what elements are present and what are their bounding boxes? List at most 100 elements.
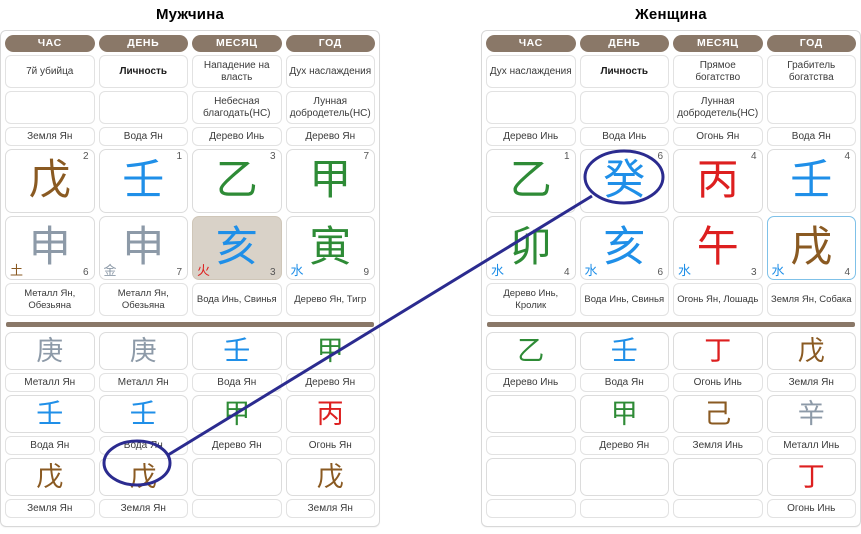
stem-cell-3[interactable]: 甲7 <box>285 149 375 213</box>
luck-cell-2-0[interactable] <box>486 458 576 496</box>
luck-cell-1-3[interactable]: 辛 <box>766 395 856 433</box>
branch-cell-2[interactable]: 午水 3 <box>673 216 763 280</box>
branch-corner-glyph-3: 水 <box>290 263 304 279</box>
branch-cell-3[interactable]: 寅水 9 <box>285 216 375 280</box>
luck-label-1-1: Дерево Ян <box>579 436 669 455</box>
luck-glyph-0-0: 乙 <box>517 335 545 367</box>
luck-cell-1-0[interactable] <box>486 395 576 433</box>
luck-cell-0-1[interactable]: 壬 <box>579 332 669 370</box>
stem-glyph-3: 甲 <box>309 155 352 205</box>
branch-animal-row: Дерево Инь, Кролик Вода Инь, Свинья Огонь … <box>486 283 856 319</box>
branch-number-1: 6 <box>657 267 663 278</box>
luck-cell-1-1[interactable]: 甲 <box>579 395 669 433</box>
stem-cell-2[interactable]: 丙4 <box>673 149 763 213</box>
luck-label-0-0: Дерево Инь <box>486 373 576 392</box>
luck-label-row-1: Дерево Ян Земля Инь Металл Инь <box>486 436 856 458</box>
branch-glyph-0: 卯 <box>509 222 552 272</box>
stem-element-row: Дерево Инь Вода Инь Огонь Ян Вода Ян <box>486 127 856 149</box>
luck-glyph-1-2: 甲 <box>223 398 251 430</box>
luck-cell-2-2[interactable] <box>192 458 282 496</box>
stem-cell-3[interactable]: 壬4 <box>766 149 856 213</box>
luck-cell-2-3[interactable]: 戊 <box>285 458 375 496</box>
star-cell-3: Грабитель богатства <box>766 55 856 88</box>
stem-cell-0[interactable]: 乙1 <box>486 149 576 213</box>
luck-glyph-0-0: 庚 <box>36 335 64 367</box>
branch-glyph-3: 寅 <box>309 222 352 272</box>
luck-cell-2-0[interactable]: 戊 <box>5 458 95 496</box>
luck-glyph-0-2: 丁 <box>704 335 732 367</box>
luck-cell-1-2[interactable]: 甲 <box>192 395 282 433</box>
branch-animal-1: Металл Ян, Обезьяна <box>98 283 188 316</box>
luck-glyph-1-3: 丙 <box>316 398 344 430</box>
luck-cell-0-0[interactable]: 乙 <box>486 332 576 370</box>
luck-glyph-1-3: 辛 <box>797 398 825 430</box>
luck-cell-0-3[interactable]: 戊 <box>766 332 856 370</box>
luck-glyph-row-0: 乙壬丁戊 <box>486 332 856 373</box>
branch-cell-1[interactable]: 申金 7 <box>98 216 188 280</box>
stem-number-3: 7 <box>363 151 369 162</box>
luck-glyph-0-2: 壬 <box>223 335 251 367</box>
star-cell-0: Дух наслаждения <box>486 55 576 88</box>
luck-cell-2-1[interactable]: 戊 <box>98 458 188 496</box>
branch-corner-glyph-2: 水 <box>678 263 692 279</box>
stem-cell-2[interactable]: 乙3 <box>192 149 282 213</box>
luck-cell-2-2[interactable] <box>673 458 763 496</box>
stem-element-3: Дерево Ян <box>285 127 375 146</box>
luck-label-2-2 <box>673 499 763 518</box>
luck-cell-1-1[interactable]: 壬 <box>98 395 188 433</box>
branch-cell-1[interactable]: 亥水 6 <box>579 216 669 280</box>
chart-title: Женщина <box>635 6 707 23</box>
branch-cell-3[interactable]: 戌水 4 <box>766 216 856 280</box>
luck-cell-2-1[interactable] <box>579 458 669 496</box>
chart-title: Мужчина <box>155 6 224 23</box>
stem-element-row: Земля Ян Вода Ян Дерево Инь Дерево Ян <box>5 127 375 149</box>
luck-cell-2-3[interactable]: 丁 <box>766 458 856 496</box>
luck-glyph-0-1: 壬 <box>610 335 638 367</box>
luck-cell-1-3[interactable]: 丙 <box>285 395 375 433</box>
star2-cell-2: Лунная добродетель(НС) <box>673 91 763 124</box>
luck-glyph-row-1: 壬壬 甲 丙 <box>5 395 375 436</box>
column-header-row: ЧАС ДЕНЬ МЕСЯЦ ГОД <box>5 35 375 55</box>
branch-animal-2: Вода Инь, Свинья <box>192 283 282 316</box>
branch-corner-glyph-1: 水 <box>584 263 598 279</box>
luck-label-2-3: Земля Ян <box>285 499 375 518</box>
luck-cell-0-0[interactable]: 庚 <box>5 332 95 370</box>
stem-cell-1[interactable]: 癸6 <box>579 149 669 213</box>
branch-cell-2[interactable]: 亥火 3 <box>192 216 282 280</box>
star2-cell-1 <box>98 91 188 124</box>
luck-label-0-3: Земля Ян <box>766 373 856 392</box>
luck-glyph-row-0: 庚庚壬甲 <box>5 332 375 373</box>
branch-glyph-2: 亥 <box>215 222 258 272</box>
star2-cell-3 <box>766 91 856 124</box>
stem-glyph-2: 丙 <box>696 155 739 205</box>
column-header-3: ГОД <box>285 35 375 52</box>
branch-cell-0[interactable]: 申土 6 <box>5 216 95 280</box>
branch-number-0: 6 <box>82 267 89 278</box>
luck-cell-0-2[interactable]: 壬 <box>192 332 282 370</box>
stem-element-0: Земля Ян <box>5 127 95 146</box>
star-cell-1: Личность <box>579 55 669 88</box>
luck-glyph-0-3: 戊 <box>797 335 825 367</box>
column-header-row: ЧАС ДЕНЬ МЕСЯЦ ГОД <box>486 35 856 55</box>
luck-cell-0-1[interactable]: 庚 <box>98 332 188 370</box>
star2-cell-0 <box>5 91 95 124</box>
luck-label-1-0 <box>486 436 576 455</box>
luck-cell-1-2[interactable]: 己 <box>673 395 763 433</box>
column-header-1: ДЕНЬ <box>98 35 188 52</box>
star-cell-2: Нападение на власть <box>192 55 282 88</box>
luck-cell-1-0[interactable]: 壬 <box>5 395 95 433</box>
earthly-branch-row: 卯水 4 亥水 6 午水 3 戌水 4 <box>486 216 856 283</box>
luck-cell-0-2[interactable]: 丁 <box>673 332 763 370</box>
luck-cell-0-3[interactable]: 甲 <box>285 332 375 370</box>
stem-cell-0[interactable]: 戊2 <box>5 149 95 213</box>
column-header-2: МЕСЯЦ <box>673 35 763 52</box>
star-cell-1: Личность <box>98 55 188 88</box>
branch-cell-0[interactable]: 卯水 4 <box>486 216 576 280</box>
star2-cell-0 <box>486 91 576 124</box>
branch-glyph-1: 亥 <box>603 222 646 272</box>
branch-animal-1: Вода Инь, Свинья <box>579 283 669 316</box>
branch-animal-0: Дерево Инь, Кролик <box>486 283 576 316</box>
stem-cell-1[interactable]: 壬1 <box>98 149 188 213</box>
stem-element-2: Огонь Ян <box>673 127 763 146</box>
luck-glyph-row-1: 甲己 辛 <box>486 395 856 436</box>
